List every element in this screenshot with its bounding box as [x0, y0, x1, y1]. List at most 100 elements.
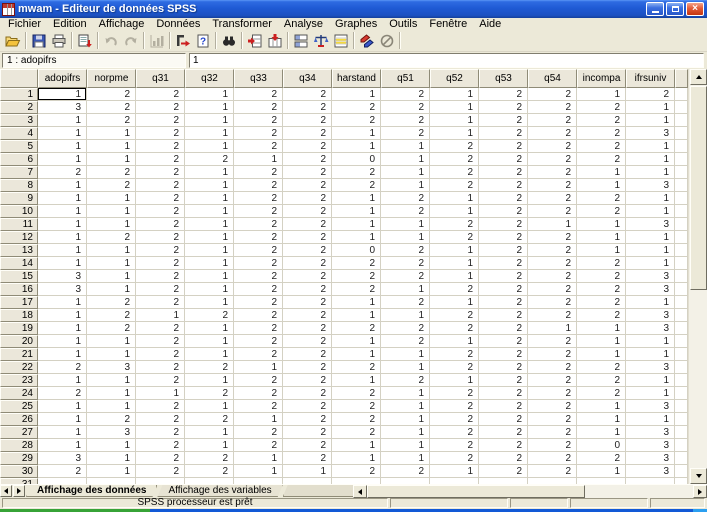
cell-r4-q31[interactable]: 2: [136, 127, 185, 140]
cell-r27-q53[interactable]: 2: [479, 426, 528, 439]
column-header-norpme[interactable]: norpme: [87, 69, 136, 88]
cell-r8-q32[interactable]: 1: [185, 179, 234, 192]
cell-r26-q53[interactable]: 2: [479, 413, 528, 426]
cell-r13-ifrsuniv[interactable]: 1: [626, 244, 675, 257]
cell-r19-incompa[interactable]: 1: [577, 322, 626, 335]
cell-r16-q31[interactable]: 2: [136, 283, 185, 296]
cell-r26-q54[interactable]: 2: [528, 413, 577, 426]
cell-r7-q52[interactable]: 2: [430, 166, 479, 179]
cell-r22-q53[interactable]: 2: [479, 361, 528, 374]
cell-r3-q54[interactable]: 2: [528, 114, 577, 127]
cell-r23-q54[interactable]: 2: [528, 374, 577, 387]
cell-r17-q51[interactable]: 2: [381, 296, 430, 309]
cell-r29-q34[interactable]: 2: [283, 452, 332, 465]
cell-r11-q31[interactable]: 2: [136, 218, 185, 231]
cell-r4-q53[interactable]: 2: [479, 127, 528, 140]
cell-r25-incompa[interactable]: 1: [577, 400, 626, 413]
scroll-down-button[interactable]: [690, 468, 707, 484]
cell-r18-q34[interactable]: 2: [283, 309, 332, 322]
row-header-3[interactable]: 3: [0, 114, 38, 127]
cell-r10-ifrsuniv[interactable]: 1: [626, 205, 675, 218]
cell-r21-q34[interactable]: 2: [283, 348, 332, 361]
cell-r26-q31[interactable]: 2: [136, 413, 185, 426]
tab-scroll-right-button[interactable]: [13, 485, 25, 497]
cell-r9-q51[interactable]: 2: [381, 192, 430, 205]
cell-r30-ifrsuniv[interactable]: 3: [626, 465, 675, 478]
cell-r16-harstand[interactable]: 2: [332, 283, 381, 296]
cell-r30-q51[interactable]: 2: [381, 465, 430, 478]
cell-r6-q53[interactable]: 2: [479, 153, 528, 166]
cell-r25-q33[interactable]: 2: [234, 400, 283, 413]
cell-r7-q33[interactable]: 2: [234, 166, 283, 179]
save-file-button[interactable]: [29, 31, 49, 51]
cell-r8-ifrsuniv[interactable]: 3: [626, 179, 675, 192]
row-header-4[interactable]: 4: [0, 127, 38, 140]
cell-r24-adopifrs[interactable]: 2: [38, 387, 87, 400]
cell-r7-adopifrs[interactable]: 2: [38, 166, 87, 179]
cell-r20-norpme[interactable]: 1: [87, 335, 136, 348]
cell-r1-q53[interactable]: 2: [479, 88, 528, 101]
cell-r14-q34[interactable]: 2: [283, 257, 332, 270]
cell-r8-q54[interactable]: 2: [528, 179, 577, 192]
cell-r6-q33[interactable]: 1: [234, 153, 283, 166]
cell-r4-incompa[interactable]: 2: [577, 127, 626, 140]
cell-r14-q31[interactable]: 2: [136, 257, 185, 270]
cell-r22-harstand[interactable]: 2: [332, 361, 381, 374]
cell-r25-q34[interactable]: 2: [283, 400, 332, 413]
menu-edition[interactable]: Edition: [47, 18, 93, 30]
scroll-left-button[interactable]: [353, 485, 367, 498]
cell-r30-q54[interactable]: 2: [528, 465, 577, 478]
cell-r4-norpme[interactable]: 1: [87, 127, 136, 140]
cell-r15-q32[interactable]: 1: [185, 270, 234, 283]
row-header-14[interactable]: 14: [0, 257, 38, 270]
cell-r27-q33[interactable]: 2: [234, 426, 283, 439]
cell-r10-q51[interactable]: 2: [381, 205, 430, 218]
cell-r16-q33[interactable]: 2: [234, 283, 283, 296]
cell-r11-q33[interactable]: 2: [234, 218, 283, 231]
cell-r8-norpme[interactable]: 2: [87, 179, 136, 192]
cell-r26-q51[interactable]: 1: [381, 413, 430, 426]
cell-r11-q54[interactable]: 1: [528, 218, 577, 231]
cell-r19-q54[interactable]: 1: [528, 322, 577, 335]
cell-r22-q52[interactable]: 2: [430, 361, 479, 374]
insert-variable-button[interactable]: [265, 31, 285, 51]
cell-r10-harstand[interactable]: 1: [332, 205, 381, 218]
cell-r9-ifrsuniv[interactable]: 1: [626, 192, 675, 205]
cell-r3-incompa[interactable]: 2: [577, 114, 626, 127]
column-header-harstand[interactable]: harstand: [332, 69, 381, 88]
cell-r14-norpme[interactable]: 1: [87, 257, 136, 270]
cell-r27-harstand[interactable]: 2: [332, 426, 381, 439]
cell-r18-q52[interactable]: 2: [430, 309, 479, 322]
cell-r20-q31[interactable]: 2: [136, 335, 185, 348]
cell-r11-ifrsuniv[interactable]: 3: [626, 218, 675, 231]
cell-r13-q31[interactable]: 2: [136, 244, 185, 257]
cell-r28-q32[interactable]: 1: [185, 439, 234, 452]
cell-r1-q51[interactable]: 2: [381, 88, 430, 101]
cell-r24-q31[interactable]: 1: [136, 387, 185, 400]
cell-r28-q31[interactable]: 2: [136, 439, 185, 452]
cell-r10-norpme[interactable]: 1: [87, 205, 136, 218]
cell-r4-q52[interactable]: 1: [430, 127, 479, 140]
cell-r12-q32[interactable]: 1: [185, 231, 234, 244]
cell-r28-q54[interactable]: 2: [528, 439, 577, 452]
cell-r6-incompa[interactable]: 2: [577, 153, 626, 166]
cell-r19-q31[interactable]: 2: [136, 322, 185, 335]
cell-r19-q32[interactable]: 1: [185, 322, 234, 335]
row-header-16[interactable]: 16: [0, 283, 38, 296]
cell-r12-incompa[interactable]: 1: [577, 231, 626, 244]
cell-r13-q33[interactable]: 2: [234, 244, 283, 257]
cell-r19-harstand[interactable]: 2: [332, 322, 381, 335]
cell-r1-harstand[interactable]: 1: [332, 88, 381, 101]
cell-r13-harstand[interactable]: 0: [332, 244, 381, 257]
cell-r22-q51[interactable]: 1: [381, 361, 430, 374]
cell-r29-q54[interactable]: 2: [528, 452, 577, 465]
cell-r28-q52[interactable]: 2: [430, 439, 479, 452]
cell-r14-harstand[interactable]: 2: [332, 257, 381, 270]
cell-r8-q53[interactable]: 2: [479, 179, 528, 192]
cell-r9-q53[interactable]: 2: [479, 192, 528, 205]
cell-r23-q52[interactable]: 1: [430, 374, 479, 387]
find-button[interactable]: [219, 31, 239, 51]
cell-r24-q33[interactable]: 2: [234, 387, 283, 400]
cell-r29-q51[interactable]: 1: [381, 452, 430, 465]
cell-r8-q51[interactable]: 1: [381, 179, 430, 192]
